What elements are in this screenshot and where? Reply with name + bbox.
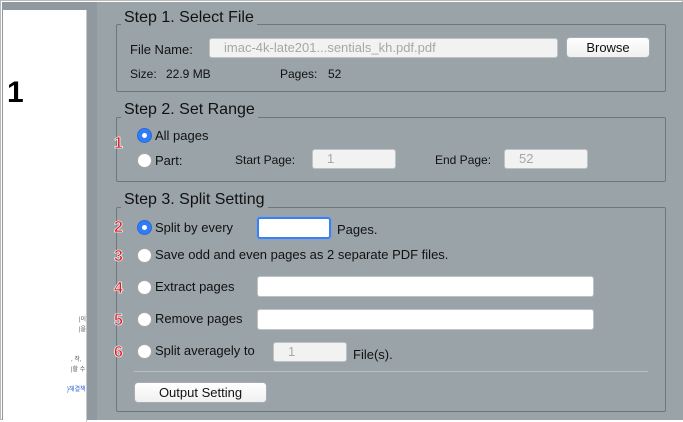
browse-button[interactable]: Browse bbox=[566, 37, 650, 58]
preview-text: , 작, bbox=[71, 357, 82, 363]
preview-text: |할 수 bbox=[71, 367, 86, 373]
start-page-label: Start Page: bbox=[235, 153, 296, 167]
size-value: 22.9 MB bbox=[166, 67, 211, 81]
extract-pages-radio[interactable] bbox=[137, 280, 152, 295]
part-label[interactable]: Part: bbox=[155, 153, 182, 168]
step-marker-4: 4 bbox=[114, 280, 124, 298]
split-pages-input[interactable] bbox=[257, 217, 331, 239]
window-frame: 1 |이 |을 , 작, |할 수 }해결책 Step 1. Select Fi… bbox=[0, 0, 683, 422]
page-number: 1 bbox=[7, 76, 24, 109]
remove-pages-label[interactable]: Remove pages bbox=[155, 311, 242, 326]
step-marker-6: 6 bbox=[114, 344, 124, 362]
split-averagely-label[interactable]: Split averagely to bbox=[155, 343, 255, 358]
preview-text: |을 bbox=[79, 327, 87, 333]
preview-text: |이 bbox=[79, 317, 87, 323]
split-averagely-radio[interactable] bbox=[137, 344, 152, 359]
part-radio[interactable] bbox=[137, 153, 152, 168]
output-setting-button[interactable]: Output Setting bbox=[134, 382, 267, 403]
odd-even-label[interactable]: Save odd and even pages as 2 separate PD… bbox=[155, 247, 448, 262]
odd-even-radio[interactable] bbox=[137, 248, 152, 263]
file-name-field[interactable]: imac-4k-late201...sentials_kh.pdf.pdf bbox=[209, 38, 558, 58]
split-by-every-label[interactable]: Split by every bbox=[155, 220, 233, 235]
step-marker-1: 1 bbox=[114, 135, 124, 153]
step3-separator bbox=[134, 371, 648, 372]
preview-link-text: }해결책 bbox=[67, 387, 86, 393]
file-name-label: File Name: bbox=[130, 42, 193, 57]
size-label: Size: bbox=[130, 67, 157, 81]
start-page-field[interactable]: 1 bbox=[312, 149, 396, 169]
page-thumbnail[interactable]: 1 |이 |을 , 작, |할 수 }해결책 bbox=[3, 10, 87, 422]
step3-legend: Step 3. Split Setting bbox=[121, 191, 268, 209]
split-by-every-radio[interactable] bbox=[137, 220, 152, 235]
end-page-field[interactable]: 52 bbox=[504, 149, 588, 169]
extract-pages-label[interactable]: Extract pages bbox=[155, 279, 235, 294]
step-marker-5: 5 bbox=[114, 312, 124, 330]
split-settings-panel: Step 1. Select File File Name: imac-4k-l… bbox=[99, 2, 683, 420]
step-marker-2: 2 bbox=[114, 219, 124, 237]
all-pages-label[interactable]: All pages bbox=[155, 128, 208, 143]
all-pages-radio[interactable] bbox=[137, 128, 152, 143]
extract-pages-input[interactable] bbox=[257, 276, 594, 297]
step2-legend: Step 2. Set Range bbox=[121, 101, 258, 119]
split-pages-suffix: Pages. bbox=[337, 222, 378, 237]
page-preview-area: 1 |이 |을 , 작, |할 수 }해결책 bbox=[2, 2, 97, 422]
step-marker-3: 3 bbox=[114, 248, 124, 266]
step1-legend: Step 1. Select File bbox=[121, 9, 257, 27]
end-page-label: End Page: bbox=[435, 153, 492, 167]
remove-pages-radio[interactable] bbox=[137, 312, 152, 327]
remove-pages-input[interactable] bbox=[257, 309, 594, 330]
pages-value: 52 bbox=[328, 67, 342, 81]
step1-group bbox=[116, 24, 666, 92]
split-files-suffix: File(s). bbox=[353, 347, 393, 362]
pages-label: Pages: bbox=[280, 67, 318, 81]
split-files-input[interactable]: 1 bbox=[273, 342, 347, 362]
